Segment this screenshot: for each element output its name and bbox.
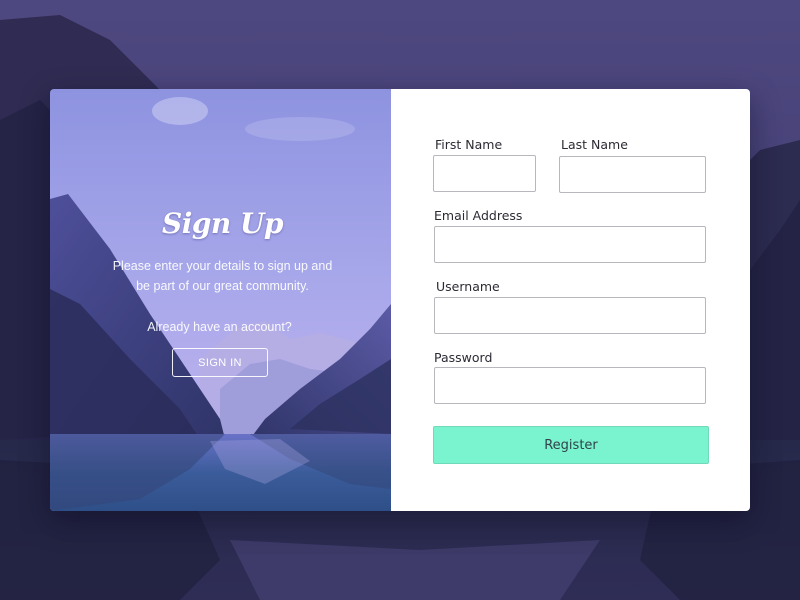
email-field[interactable] [434,226,706,263]
email-label: Email Address [434,208,523,223]
register-button[interactable]: Register [433,426,709,464]
first-name-field[interactable] [433,155,536,192]
first-name-label: First Name [435,137,503,152]
page-title: Sign Up [161,207,284,240]
password-field[interactable] [434,367,706,404]
hero-content: Sign Up Please enter your details to sig… [50,89,391,511]
last-name-label: Last Name [561,137,628,152]
username-field[interactable] [434,297,706,334]
signup-description: Please enter your details to sign up and… [112,259,333,293]
registration-form: First Name Last Name Email Address Usern… [391,89,750,511]
last-name-field[interactable] [559,156,706,193]
account-prompt: Already have an account? [147,320,292,334]
sign-in-button[interactable]: SIGN IN [172,348,268,377]
username-label: Username [436,279,500,294]
signup-card: Sign Up Please enter your details to sig… [50,89,750,511]
page-root: Sign Up Please enter your details to sig… [0,0,800,600]
password-label: Password [434,350,493,365]
hero-panel: Sign Up Please enter your details to sig… [50,89,391,511]
